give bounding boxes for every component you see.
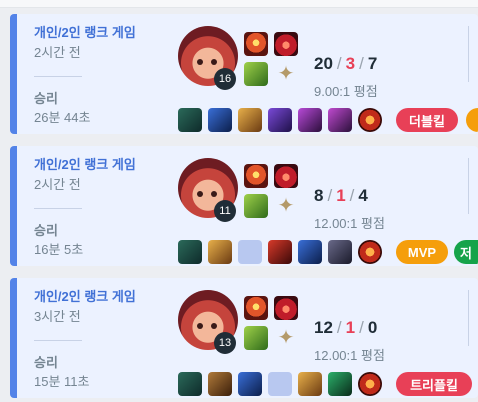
section-divider — [468, 290, 469, 346]
badge-triple-kill: 트리플킬 — [396, 372, 472, 396]
info-divider — [34, 340, 82, 341]
item-icon[interactable] — [268, 240, 292, 264]
kda-ratio: 12.00:1 평점 — [314, 348, 385, 363]
section-divider — [468, 26, 469, 82]
kills: 20 — [314, 54, 333, 73]
match-duration: 15분 11초 — [34, 374, 90, 389]
electrocute-rune-icon[interactable] — [244, 62, 268, 86]
item-icon[interactable] — [268, 108, 292, 132]
item-icon[interactable] — [178, 240, 202, 264]
match-result: 승리 — [34, 355, 58, 370]
badge-cut-off: 저 — [454, 240, 478, 264]
item-icon[interactable] — [298, 240, 322, 264]
match-card[interactable]: 개인/2인 랭크 게임 3시간 전 승리 15분 11초 13 ✦ 12/1/0… — [10, 278, 478, 398]
queue-type: 개인/2인 랭크 게임 — [34, 25, 136, 40]
item-icon[interactable] — [328, 372, 352, 396]
match-info: 개인/2인 랭크 게임 3시간 전 승리 15분 11초 — [34, 278, 174, 398]
item-icon[interactable] — [238, 372, 262, 396]
win-accent-bar — [10, 14, 17, 134]
ward-icon[interactable] — [358, 372, 382, 396]
assists: 4 — [358, 186, 368, 205]
assists: 7 — [367, 54, 378, 73]
kda: 20/3/7 — [314, 54, 378, 73]
match-info: 개인/2인 랭크 게임 2시간 전 승리 26분 44초 — [34, 14, 174, 134]
ward-icon[interactable] — [358, 108, 382, 132]
win-accent-bar — [10, 278, 17, 398]
match-result: 승리 — [34, 91, 58, 106]
champion-level: 16 — [214, 68, 236, 90]
queue-type: 개인/2인 랭크 게임 — [34, 157, 136, 172]
item-icon[interactable] — [238, 108, 262, 132]
previous-card-edge — [0, 0, 478, 8]
match-info: 개인/2인 랭크 게임 2시간 전 승리 16분 5초 — [34, 146, 174, 266]
deaths: 3 — [345, 54, 356, 73]
flash-icon[interactable] — [244, 296, 268, 320]
electrocute-rune-icon[interactable] — [244, 194, 268, 218]
domination-tree-icon[interactable]: ✦ — [274, 326, 298, 350]
match-result: 승리 — [34, 223, 58, 238]
kda: 8/1/4 — [314, 186, 368, 205]
ward-icon[interactable] — [358, 240, 382, 264]
empty-item-slot — [268, 372, 292, 396]
time-ago: 3시간 전 — [34, 309, 81, 324]
champion-level: 11 — [214, 200, 236, 222]
item-icon[interactable] — [178, 372, 202, 396]
time-ago: 2시간 전 — [34, 45, 81, 60]
item-icon[interactable] — [208, 240, 232, 264]
item-icon[interactable] — [208, 372, 232, 396]
badge-double-kill: 더블킬 — [396, 108, 458, 132]
info-divider — [34, 76, 82, 77]
match-card[interactable]: 개인/2인 랭크 게임 2시간 전 승리 26분 44초 16 ✦ 20/3/7… — [10, 14, 478, 134]
badge-mvp: MVP — [396, 240, 448, 264]
item-icon[interactable] — [298, 372, 322, 396]
item-icon[interactable] — [298, 108, 322, 132]
kills: 12 — [314, 318, 333, 337]
section-divider — [468, 158, 469, 214]
domination-tree-icon[interactable]: ✦ — [274, 194, 298, 218]
assists: 0 — [367, 318, 378, 337]
queue-type: 개인/2인 랭크 게임 — [34, 289, 136, 304]
item-icon[interactable] — [328, 108, 352, 132]
ignite-icon[interactable] — [274, 296, 298, 320]
win-accent-bar — [10, 146, 17, 266]
info-divider — [34, 208, 82, 209]
electrocute-rune-icon[interactable] — [244, 326, 268, 350]
deaths: 1 — [345, 318, 356, 337]
ignite-icon[interactable] — [274, 164, 298, 188]
item-icon[interactable] — [178, 108, 202, 132]
deaths: 1 — [336, 186, 346, 205]
kda: 12/1/0 — [314, 318, 378, 337]
match-duration: 16분 5초 — [34, 242, 84, 257]
domination-tree-icon[interactable]: ✦ — [274, 62, 298, 86]
time-ago: 2시간 전 — [34, 177, 81, 192]
kda-ratio: 9.00:1 평점 — [314, 84, 378, 99]
match-duration: 26분 44초 — [34, 110, 91, 125]
item-icon[interactable] — [328, 240, 352, 264]
ignite-icon[interactable] — [274, 32, 298, 56]
flash-icon[interactable] — [244, 32, 268, 56]
champion-level: 13 — [214, 332, 236, 354]
match-card[interactable]: 개인/2인 랭크 게임 2시간 전 승리 16분 5초 11 ✦ 8/1/4 1… — [10, 146, 478, 266]
kda-ratio: 12.00:1 평점 — [314, 216, 385, 231]
item-icon[interactable] — [208, 108, 232, 132]
flash-icon[interactable] — [244, 164, 268, 188]
empty-item-slot — [238, 240, 262, 264]
badge-cut-off — [466, 108, 478, 132]
